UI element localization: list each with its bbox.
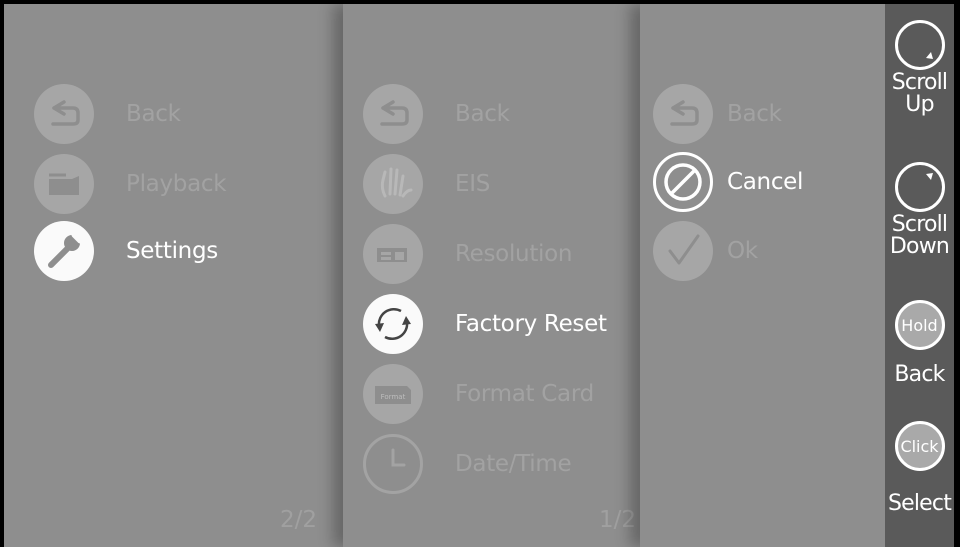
menu-item-ok[interactable]: Ok bbox=[653, 220, 758, 282]
menu-item-playback[interactable]: Playback bbox=[34, 153, 227, 215]
menu-item-label: Resolution bbox=[455, 241, 573, 267]
menu-item-label: EIS bbox=[455, 171, 491, 197]
main-menu-panel: Back Playback Settings 2/2 bbox=[4, 4, 343, 547]
menu-item-format-card[interactable]: Format Format Card bbox=[363, 363, 594, 425]
check-icon bbox=[653, 221, 713, 281]
menu-item-date-time[interactable]: Date/Time bbox=[363, 433, 572, 495]
hold-button-icon: Hold bbox=[894, 300, 945, 350]
menu-item-label: Factory Reset bbox=[455, 311, 607, 337]
page-indicator: 1/2 bbox=[598, 507, 636, 533]
cancel-icon bbox=[653, 152, 713, 212]
back-label: Back bbox=[894, 362, 945, 387]
menu-item-label: Back bbox=[727, 101, 782, 127]
scroll-up-control[interactable]: Scroll Up bbox=[885, 20, 954, 116]
format-card-icon: Format bbox=[363, 364, 423, 424]
menu-item-label: Ok bbox=[727, 238, 758, 264]
scroll-down-label: Scroll Down bbox=[889, 212, 950, 259]
select-label: Select bbox=[887, 491, 952, 516]
camera-menu-screen: Back Playback Settings 2/2 Back EIS Reso… bbox=[4, 4, 954, 547]
menu-item-label: Date/Time bbox=[455, 451, 572, 477]
scroll-down-control[interactable]: Scroll Down bbox=[885, 162, 954, 258]
svg-text:Format: Format bbox=[381, 393, 406, 401]
folder-icon bbox=[34, 154, 94, 214]
menu-item-label: Settings bbox=[126, 238, 218, 264]
rotate-counterclockwise-icon bbox=[894, 162, 945, 212]
back-icon bbox=[653, 84, 713, 144]
menu-item-back[interactable]: Back bbox=[34, 83, 181, 145]
rotate-clockwise-icon bbox=[894, 20, 945, 70]
factory-reset-confirm-panel: Back Cancel Ok bbox=[640, 4, 885, 547]
wrench-icon bbox=[34, 221, 94, 281]
menu-item-label: Format Card bbox=[455, 381, 594, 407]
click-button-icon: Click bbox=[894, 421, 945, 471]
menu-item-settings[interactable]: Settings bbox=[34, 220, 218, 282]
page-indicator: 2/2 bbox=[279, 507, 317, 533]
menu-item-back[interactable]: Back bbox=[653, 83, 782, 145]
menu-item-label: Cancel bbox=[727, 169, 804, 195]
menu-item-label: Back bbox=[455, 101, 510, 127]
click-select-control[interactable]: Click Select bbox=[885, 421, 954, 515]
menu-item-cancel[interactable]: Cancel bbox=[653, 151, 803, 213]
back-icon bbox=[363, 84, 423, 144]
menu-item-factory-reset[interactable]: Factory Reset bbox=[363, 293, 607, 355]
resolution-icon bbox=[363, 224, 423, 284]
clock-icon bbox=[363, 434, 423, 494]
back-icon bbox=[34, 84, 94, 144]
button-guide-sidebar: Scroll Up Scroll Down Hold Back Click Se… bbox=[885, 4, 954, 547]
hold-back-control[interactable]: Hold Back bbox=[885, 300, 954, 386]
reset-arrows-icon bbox=[363, 294, 423, 354]
hand-shake-icon bbox=[363, 154, 423, 214]
menu-item-label: Playback bbox=[126, 171, 227, 197]
menu-item-eis[interactable]: EIS bbox=[363, 153, 490, 215]
menu-item-label: Back bbox=[126, 101, 181, 127]
settings-panel: Back EIS Resolution Factory Reset Format… bbox=[343, 4, 640, 547]
menu-item-back[interactable]: Back bbox=[363, 83, 510, 145]
menu-item-resolution[interactable]: Resolution bbox=[363, 223, 572, 285]
scroll-up-label: Scroll Up bbox=[891, 70, 948, 117]
